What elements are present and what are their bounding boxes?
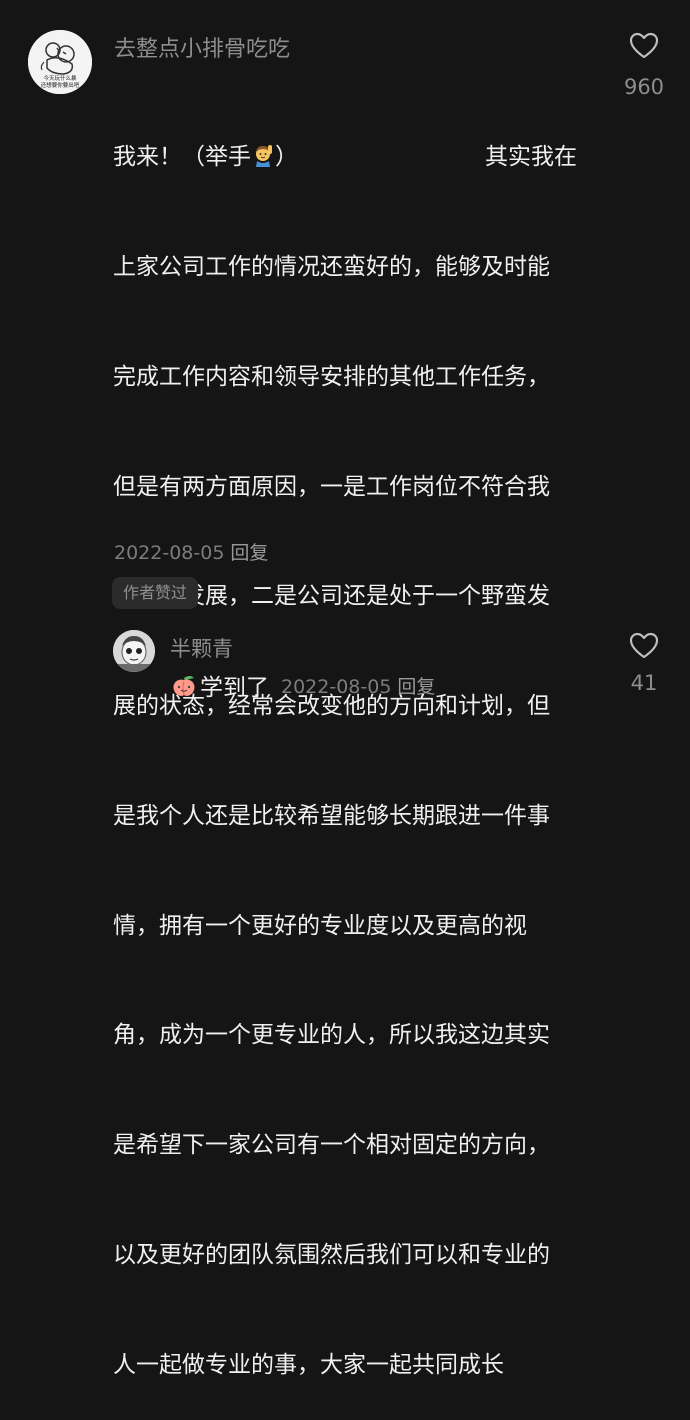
comment-line: 人一起做专业的事，大家一起共同成长 [113,1351,504,1378]
comment-line: 情，拥有一个更好的专业度以及更高的视 [113,912,527,939]
comment-segment: 我来！（举手 [113,144,251,171]
comment-line: 以及更好的团队氛围然后我们可以和专业的 [113,1242,550,1268]
reply-reply-button[interactable]: 回复 [397,676,435,698]
comment-line: 是希望下一家公司有一个相对固定的方向， [113,1132,550,1159]
reply-username[interactable]: 半颗青 [170,633,233,663]
reply-meta: 2022-08-05 回复 [281,672,435,699]
reply-date: 2022-08-05 [281,675,392,698]
reply-button[interactable]: 回复 [230,542,268,564]
avatar-caption-1: 今天玩什么暴 [43,74,77,82]
heart-icon[interactable] [612,30,676,62]
avatar-image: 今天玩什么暴 还想要你要出吧 [28,30,92,94]
comment-line: 是我个人还是比较希望能够长期跟进一件事 [113,802,550,829]
avatar-caption-2: 还想要你要出吧 [41,81,80,89]
comment-first-line: 我来！（举手 ） 其实我在 [113,139,583,176]
comment-line: 上家公司工作的情况还蛮好的，能够及时能 [113,253,550,280]
heart-icon[interactable] [612,630,676,662]
reply-like-button[interactable]: 41 [612,630,676,694]
reply-content-row: 学到了 2022-08-05 回复 [170,668,435,702]
avatar[interactable]: 今天玩什么暴 还想要你要出吧 [28,30,92,94]
username[interactable]: 去整点小排骨吃吃 [114,31,290,63]
like-button[interactable]: 960 [612,30,676,98]
like-count: 960 [623,75,665,99]
comment-segment: 其实我在 [485,144,577,171]
reply-like-count: 41 [630,671,658,695]
comment-line: 完成工作内容和领导安排的其他工作任务， [113,363,550,390]
comment-text: 我来！（举手 ） 其实我在 上家公司工作的情况还蛮好的，能够及时能 完成工作内容和… [113,66,583,1420]
comment-date: 2022-08-05 [114,542,225,564]
comment-meta: 2022-08-05 回复 [114,538,268,565]
comment-segment: ） [275,144,298,171]
raising-hand-emoji-icon [251,143,275,168]
reply-avatar-image [113,630,155,672]
reply-avatar[interactable] [113,630,155,672]
comment-line: 角，成为一个更专业的人，所以我这边其实 [113,1022,550,1049]
peach-emoji-icon [170,671,198,699]
reply-text: 学到了 [200,675,269,701]
author-liked-badge: 作者赞过 [112,577,199,609]
comment-line: 但是有两方面原因，一是工作岗位不符合我 [113,473,550,500]
